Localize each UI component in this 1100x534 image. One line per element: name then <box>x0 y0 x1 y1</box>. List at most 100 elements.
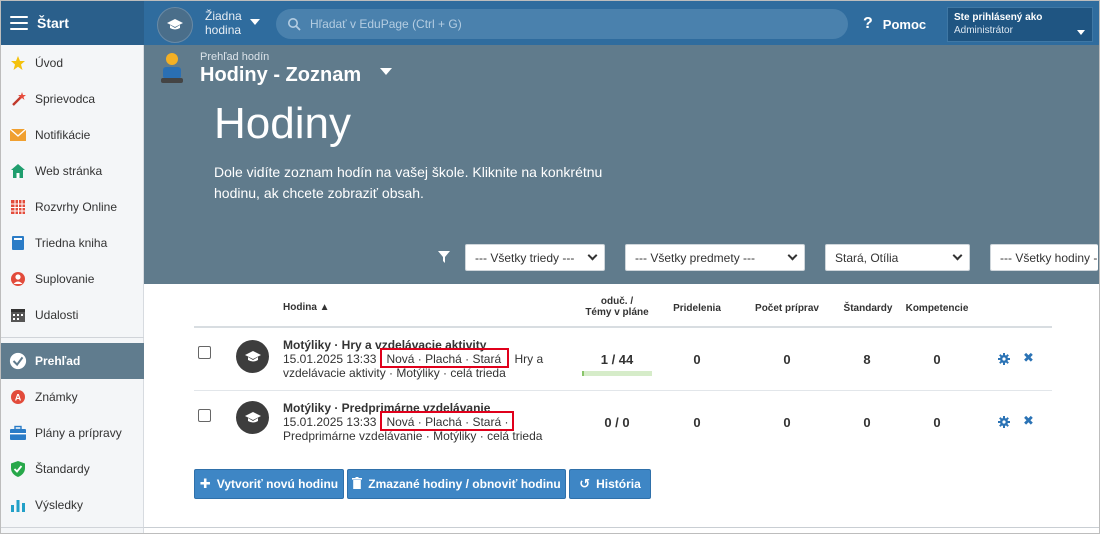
sidebar-item-sprievodca[interactable]: Sprievodca <box>1 81 144 117</box>
lesson-filter-value: --- Všetky hodiny - <box>1000 250 1098 265</box>
gear-icon[interactable] <box>998 416 1010 428</box>
assignments-count: 0 <box>693 352 701 367</box>
calendar-icon <box>9 306 27 324</box>
delete-icon[interactable]: ✖ <box>1023 350 1034 366</box>
lesson-selector-line2: hodina <box>205 23 242 37</box>
bar-chart-icon <box>9 496 27 514</box>
preparations-count: 0 <box>783 415 791 430</box>
sidebar-item-uvod[interactable]: Úvod <box>1 45 144 81</box>
subject-filter-value: --- Všetky predmety --- <box>635 250 756 265</box>
sidebar-item-label: Štandardy <box>35 462 90 476</box>
deleted-lessons-label: Zmazané hodiny / obnoviť hodinu <box>368 477 561 491</box>
shield-check-icon <box>9 460 27 478</box>
breadcrumb: Prehľad hodín <box>200 51 270 63</box>
column-header-kompetencie[interactable]: Kompetencie <box>902 303 972 314</box>
substitute-icon <box>9 270 27 288</box>
teacher-person-icon <box>161 53 183 83</box>
sidebar-item-standardy[interactable]: Štandardy <box>1 451 144 487</box>
column-header-standardy[interactable]: Štandardy <box>838 303 898 314</box>
sidebar-item-notifikacie[interactable]: Notifikácie <box>1 117 144 153</box>
graduation-cap-icon <box>244 411 261 422</box>
caret-down-icon <box>1077 30 1085 35</box>
gear-icon[interactable] <box>998 353 1010 365</box>
column-header-pocet[interactable]: Počet príprav <box>750 303 824 314</box>
lesson-type-avatar <box>236 340 269 373</box>
plus-icon: ✚ <box>199 476 211 491</box>
envelope-icon <box>9 126 27 144</box>
standards-count: 0 <box>863 415 871 430</box>
sidebar-item-triedna-kniha[interactable]: Triedna kniha <box>1 225 144 261</box>
history-label: História <box>596 477 641 491</box>
sidebar-item-rozvrhy[interactable]: Rozvrhy Online <box>1 189 144 225</box>
search-input[interactable]: Hľadať v EduPage (Ctrl + G) <box>276 9 848 39</box>
teacher-highlight-box <box>380 411 514 431</box>
sidebar-item-label: Udalosti <box>35 308 79 322</box>
sidebar-item-label: Rozvrhy Online <box>35 200 118 214</box>
row-checkbox[interactable] <box>198 409 211 422</box>
sidebar-item-label: Sprievodca <box>35 92 96 106</box>
create-lesson-label: Vytvoriť novú hodinu <box>216 477 339 491</box>
sidebar-item-label: Plány a prípravy <box>35 426 122 440</box>
top-bar: Štart Žiadna hodina Hľadať v EduPage (Ct… <box>1 1 1099 45</box>
sidebar-divider <box>1 527 144 528</box>
sidebar-divider <box>1 337 144 338</box>
table-header-divider <box>194 326 1052 328</box>
row-checkbox[interactable] <box>198 346 211 359</box>
help-button[interactable]: ? Pomoc <box>863 15 926 33</box>
sidebar-item-web-stranka[interactable]: Web stránka <box>1 153 144 189</box>
sidebar-item-udalosti[interactable]: Udalosti <box>1 297 144 333</box>
sidebar-item-prehlad[interactable]: Prehľad <box>1 343 144 379</box>
taught-topics-count: 1 / 44 <box>600 352 634 367</box>
hero-description: Dole vidíte zoznam hodín na vašej škole.… <box>214 164 603 201</box>
delete-icon[interactable]: ✖ <box>1023 413 1034 429</box>
sidebar-item-label: Známky <box>35 390 78 404</box>
sidebar-item-znamky[interactable]: A Známky <box>1 379 144 415</box>
user-menu[interactable]: Ste prihlásený ako Administrátor <box>947 7 1093 42</box>
lesson-filter-select[interactable]: --- Všetky hodiny - <box>990 244 1098 271</box>
graduation-cap-icon <box>244 350 261 361</box>
create-lesson-button[interactable]: ✚ Vytvoriť novú hodinu <box>194 469 344 499</box>
user-logged-as: Ste prihlásený ako <box>954 12 1043 23</box>
start-menu-button[interactable]: Štart <box>1 1 144 45</box>
star-icon <box>9 54 27 72</box>
preparations-count: 0 <box>783 352 791 367</box>
column-header-pridelenia[interactable]: Pridelenia <box>667 303 727 314</box>
sidebar-item-label: Úvod <box>35 56 64 70</box>
timetable-icon <box>9 198 27 216</box>
competences-count: 0 <box>933 352 941 367</box>
check-icon <box>9 352 27 370</box>
start-label: Štart <box>37 15 69 31</box>
column-header-hodina[interactable]: Hodina ▲ <box>283 302 330 313</box>
class-filter-value: --- Všetky triedy --- <box>475 250 575 265</box>
sidebar-item-vysledky[interactable]: Výsledky <box>1 487 144 523</box>
lesson-selector[interactable]: Žiadna hodina <box>205 9 242 37</box>
chevron-down-icon <box>587 250 598 261</box>
search-icon <box>288 18 301 31</box>
subject-filter-select[interactable]: --- Všetky predmety --- <box>625 244 805 271</box>
caret-down-icon[interactable] <box>380 68 392 75</box>
history-button[interactable]: ↺ História <box>569 469 651 499</box>
sidebar-item-plany[interactable]: Plány a prípravy <box>1 415 144 451</box>
column-header-oduc[interactable]: oduč. / Témy v pláne <box>576 296 658 318</box>
row-divider <box>194 390 1052 391</box>
teacher-filter-select[interactable]: Stará, Otília <box>825 244 970 271</box>
grades-icon: A <box>9 388 27 406</box>
caret-down-icon[interactable] <box>250 19 260 25</box>
sidebar-item-suplovanie[interactable]: Suplovanie <box>1 261 144 297</box>
chevron-down-icon <box>787 250 798 261</box>
taught-topics-count: 0 / 0 <box>604 415 630 430</box>
class-filter-select[interactable]: --- Všetky triedy --- <box>465 244 605 271</box>
history-icon: ↺ <box>579 476 591 491</box>
assignments-count: 0 <box>693 415 701 430</box>
question-icon: ? <box>863 15 873 32</box>
lesson-type-avatar <box>236 401 269 434</box>
page-title[interactable]: Hodiny - Zoznam <box>200 64 361 87</box>
sidebar-item-label: Výsledky <box>35 498 84 512</box>
lesson-selector-line1: Žiadna <box>205 9 242 23</box>
chevron-down-icon <box>952 250 963 261</box>
trash-icon <box>352 476 363 492</box>
lesson-avatar[interactable] <box>157 7 193 43</box>
sidebar-item-label: Web stránka <box>35 164 103 178</box>
hamburger-icon <box>10 16 28 30</box>
deleted-lessons-button[interactable]: Zmazané hodiny / obnoviť hodinu <box>347 469 566 499</box>
